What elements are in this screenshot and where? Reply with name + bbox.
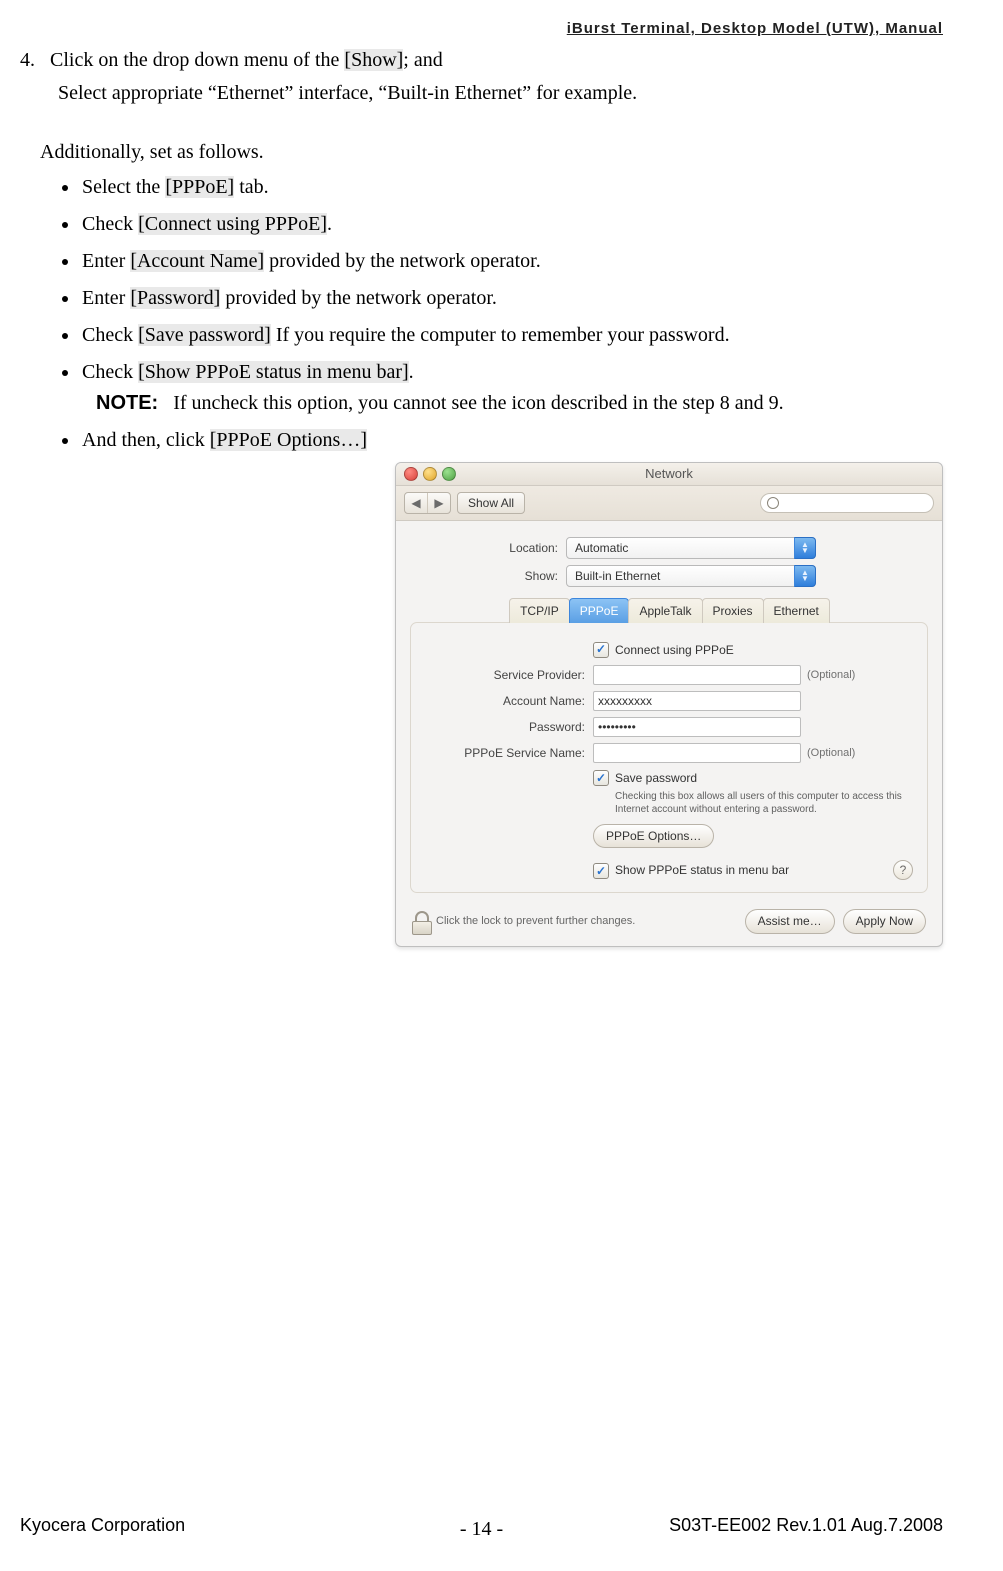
step-text-line-2: Select appropriate “Ethernet” interface,… (58, 78, 943, 109)
password-label: Password: (425, 718, 593, 737)
show-label: Show: (410, 567, 566, 586)
step-number: 4. (20, 45, 50, 76)
show-status-menubar-checkbox[interactable] (593, 863, 609, 879)
search-input[interactable] (760, 493, 934, 513)
connect-pppoe-checkbox[interactable] (593, 642, 609, 658)
tab-bar: TCP/IP PPPoE AppleTalk Proxies Ethernet (410, 597, 928, 622)
optional-note: (Optional) (807, 667, 855, 684)
tab-appletalk[interactable]: AppleTalk (628, 598, 702, 623)
save-password-checkbox[interactable] (593, 770, 609, 786)
mac-network-window: Network ◀ ▶ Show All Location: Automatic (395, 462, 943, 947)
toolbar: ◀ ▶ Show All (396, 486, 942, 521)
list-item: Check [Save password] If you require the… (80, 320, 943, 351)
tab-proxies[interactable]: Proxies (702, 598, 764, 623)
note: NOTE: If uncheck this option, you cannot… (96, 388, 943, 419)
assist-me-button[interactable]: Assist me… (745, 909, 835, 934)
screenshot-figure: Network ◀ ▶ Show All Location: Automatic (20, 462, 943, 947)
pppoe-service-name-input[interactable] (593, 743, 801, 763)
password-input[interactable] (593, 717, 801, 737)
tab-pppoe[interactable]: PPPoE (569, 598, 630, 623)
chevron-left-icon: ◀ (405, 493, 427, 513)
footer-rev: S03T-EE002 Rev.1.01 Aug.7.2008 (669, 1515, 943, 1536)
show-status-menubar-label: Show PPPoE status in menu bar (615, 861, 789, 880)
window-title: Network (396, 464, 942, 484)
optional-note: (Optional) (807, 745, 855, 762)
lock-icon (412, 911, 430, 933)
tab-ethernet[interactable]: Ethernet (763, 598, 830, 623)
updown-icon: ▲▼ (794, 537, 816, 559)
service-provider-label: Service Provider: (425, 666, 593, 685)
lock-row[interactable]: Click the lock to prevent further change… (412, 911, 635, 933)
instruction-list: Select the [PPPoE] tab. Check [Connect u… (80, 172, 943, 456)
additionally: Additionally, set as follows. (40, 137, 943, 168)
list-item: Select the [PPPoE] tab. (80, 172, 943, 203)
list-item: Enter [Account Name] provided by the net… (80, 246, 943, 277)
account-name-input[interactable] (593, 691, 801, 711)
chevron-right-icon: ▶ (427, 493, 450, 513)
step-text-line-1: Click on the drop down menu of the [Show… (50, 45, 443, 76)
save-password-label: Save password (615, 771, 697, 785)
connect-pppoe-label: Connect using PPPoE (615, 641, 734, 660)
doc-header: iBurst Terminal, Desktop Model (UTW), Ma… (20, 20, 943, 37)
pppoe-options-button[interactable]: PPPoE Options… (593, 824, 714, 849)
list-item: Check [Show PPPoE status in menu bar]. N… (80, 357, 943, 419)
titlebar: Network (396, 463, 942, 486)
tab-tcpip[interactable]: TCP/IP (509, 598, 570, 623)
service-provider-input[interactable] (593, 665, 801, 685)
updown-icon: ▲▼ (794, 565, 816, 587)
list-item: And then, click [PPPoE Options…] (80, 425, 943, 456)
list-item: Check [Connect using PPPoE]. (80, 209, 943, 240)
footer-company: Kyocera Corporation (20, 1515, 185, 1536)
account-name-label: Account Name: (425, 692, 593, 711)
list-item: Enter [Password] provided by the network… (80, 283, 943, 314)
location-label: Location: (410, 539, 566, 558)
nav-back-forward[interactable]: ◀ ▶ (404, 492, 451, 514)
location-select[interactable]: Automatic ▲▼ (566, 537, 816, 559)
pppoe-service-name-label: PPPoE Service Name: (425, 744, 593, 763)
show-select[interactable]: Built-in Ethernet ▲▼ (566, 565, 816, 587)
pppoe-panel: Connect using PPPoE Service Provider: (O… (410, 622, 928, 894)
show-all-button[interactable]: Show All (457, 492, 525, 514)
apply-now-button[interactable]: Apply Now (843, 909, 926, 934)
save-password-hint: Checking this box allows all users of th… (615, 790, 913, 816)
doc-footer: Kyocera Corporation S03T-EE002 Rev.1.01 … (20, 1515, 943, 1541)
help-button[interactable]: ? (893, 860, 913, 880)
